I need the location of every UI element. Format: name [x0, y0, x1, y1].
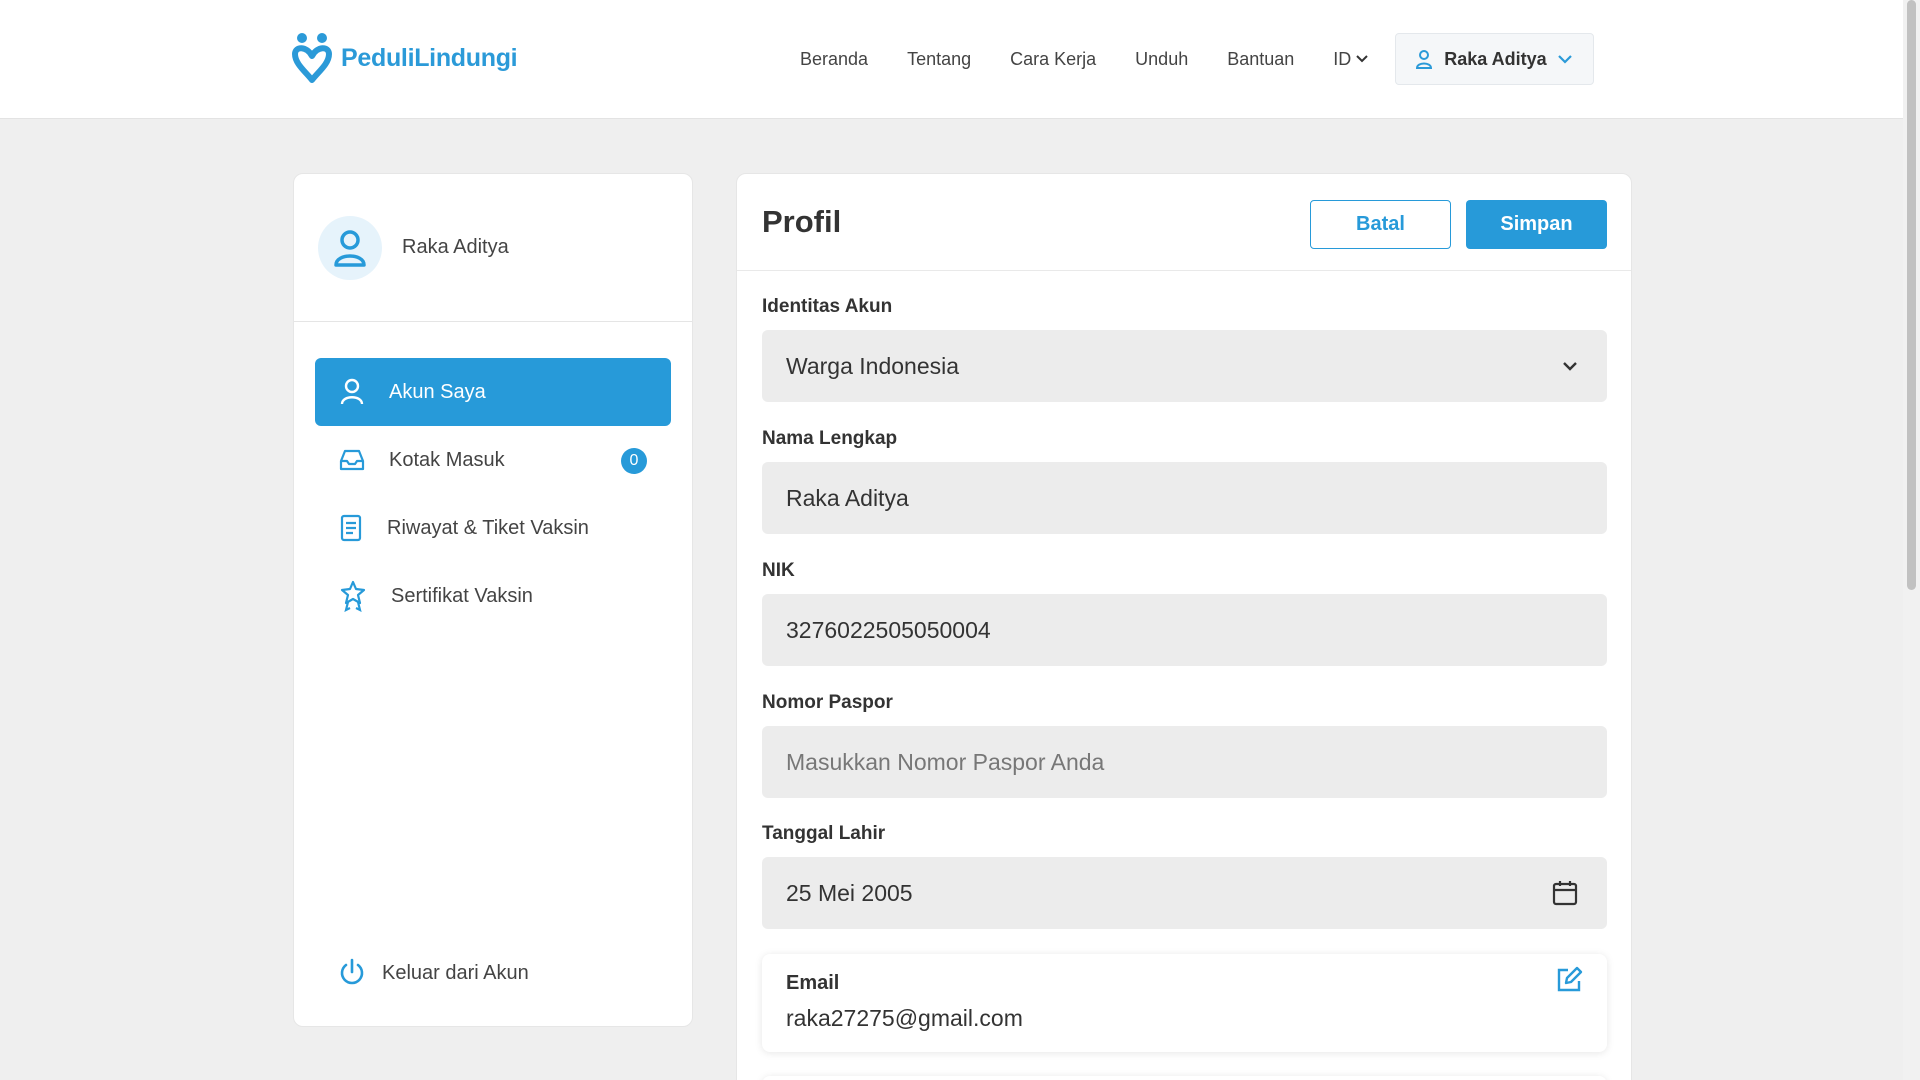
sidebar-item-label: Riwayat & Tiket Vaksin [387, 516, 589, 539]
brand-logo-icon [292, 33, 332, 83]
sidebar-item-akun-saya[interactable]: Akun Saya [315, 358, 671, 426]
birth-date-label: Tanggal Lahir [762, 823, 886, 844]
page-scrollbar[interactable] [1903, 0, 1920, 1080]
nav-link-unduh[interactable]: Unduh [1135, 49, 1188, 70]
passport-label: Nomor Paspor [762, 692, 893, 713]
email-label: Email [786, 972, 840, 994]
sidebar-profile: Raka Aditya [294, 174, 692, 322]
brand-name: PeduliLindungi [341, 43, 518, 72]
nav-link-bantuan[interactable]: Bantuan [1227, 49, 1294, 70]
nik-label: NIK [762, 560, 795, 581]
power-icon [340, 958, 364, 985]
document-icon [340, 514, 362, 542]
edit-icon [1557, 966, 1583, 992]
nik-value: 3276022505050004 [786, 616, 991, 643]
passport-field[interactable]: Masukkan Nomor Paspor Anda [762, 726, 1607, 798]
user-icon [334, 229, 366, 267]
identity-label: Identitas Akun [762, 296, 893, 317]
main-nav: Beranda Tentang Cara Kerja Unduh Bantuan… [800, 33, 1594, 85]
profile-card: Profil Batal Simpan Identitas Akun Warga… [736, 173, 1632, 1080]
avatar [318, 215, 382, 280]
chevron-down-icon [1356, 55, 1368, 63]
identity-select[interactable]: Warga Indonesia [762, 330, 1607, 402]
page-title: Profil [762, 204, 842, 239]
sidebar-item-kotak-masuk[interactable]: Kotak Masuk 0 [315, 426, 671, 494]
language-selector[interactable]: ID [1333, 49, 1369, 70]
birth-date-value: 25 Mei 2005 [786, 879, 913, 906]
nav-link-tentang[interactable]: Tentang [907, 49, 971, 70]
next-section-card [762, 1076, 1607, 1080]
user-menu-button[interactable]: Raka Aditya [1395, 33, 1594, 85]
profile-name: Raka Aditya [402, 236, 509, 258]
sidebar-item-label: Sertifikat Vaksin [391, 584, 533, 607]
passport-placeholder: Masukkan Nomor Paspor Anda [786, 748, 1105, 775]
nav-link-beranda[interactable]: Beranda [800, 49, 868, 70]
sidebar-item-label: Akun Saya [389, 380, 486, 403]
account-sidebar: Raka Aditya Akun Saya Kotak Masuk 0 Riwa… [293, 173, 693, 1027]
logout-button[interactable]: Keluar dari Akun [338, 958, 529, 988]
sidebar-item-label: Kotak Masuk [389, 448, 505, 471]
email-value: raka27275@gmail.com [786, 1005, 1023, 1031]
top-navbar: PeduliLindungi Beranda Tentang Cara Kerj… [0, 0, 1903, 119]
brand-logo[interactable]: PeduliLindungi [291, 32, 518, 84]
award-icon [340, 580, 366, 612]
user-menu-name: Raka Aditya [1444, 48, 1547, 69]
calendar-icon [1552, 881, 1578, 906]
sidebar-item-sertifikat-vaksin[interactable]: Sertifikat Vaksin [315, 562, 671, 630]
full-name-label: Nama Lengkap [762, 428, 898, 449]
email-card: Email raka27275@gmail.com [762, 954, 1607, 1052]
chevron-down-icon [1557, 55, 1572, 64]
nik-field[interactable]: 3276022505050004 [762, 594, 1607, 666]
full-name-field[interactable]: Raka Aditya [762, 462, 1607, 534]
identity-value: Warga Indonesia [786, 352, 960, 379]
inbox-icon [339, 449, 365, 471]
sidebar-item-riwayat-tiket-vaksin[interactable]: Riwayat & Tiket Vaksin [315, 494, 671, 562]
nav-link-cara-kerja[interactable]: Cara Kerja [1010, 49, 1096, 70]
full-name-value: Raka Aditya [786, 484, 909, 511]
chevron-down-icon [1563, 362, 1577, 371]
sidebar-menu: Akun Saya Kotak Masuk 0 Riwayat & Tiket … [294, 322, 692, 630]
scrollbar-thumb[interactable] [1907, 0, 1916, 590]
language-label: ID [1333, 48, 1352, 69]
inbox-count-badge: 0 [621, 448, 647, 474]
cancel-button[interactable]: Batal [1310, 200, 1451, 249]
date-picker-button[interactable] [1551, 879, 1579, 907]
logout-label: Keluar dari Akun [382, 961, 529, 984]
user-icon [340, 378, 364, 405]
user-icon [1416, 50, 1433, 69]
save-button[interactable]: Simpan [1466, 200, 1607, 249]
profile-card-header: Profil Batal Simpan [737, 174, 1631, 271]
birth-date-field[interactable]: 25 Mei 2005 [762, 857, 1607, 929]
edit-email-button[interactable] [1555, 966, 1583, 999]
